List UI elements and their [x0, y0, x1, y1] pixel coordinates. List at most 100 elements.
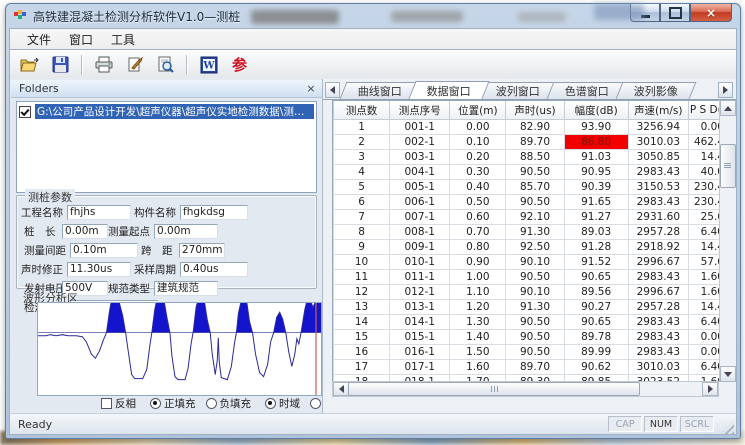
- table-row[interactable]: 4004-10.3090.5090.952983.4340.0: [334, 165, 727, 180]
- column-header[interactable]: 测点序号: [390, 101, 450, 120]
- tab-strip: 曲线窗口数据窗口波列窗口色谱窗口波列影像: [323, 81, 736, 100]
- table-row[interactable]: 16016-11.5090.5089.992983.430.00: [334, 345, 727, 360]
- table-cell: 1.10: [450, 285, 506, 300]
- table-cell: 002-1: [390, 135, 450, 150]
- column-header[interactable]: 幅度(dB): [564, 101, 628, 120]
- redacted-blur: [518, 12, 566, 22]
- table-cell: 013-1: [390, 300, 450, 315]
- close-panel-icon[interactable]: ×: [304, 83, 318, 94]
- table-row[interactable]: 3003-10.2088.5091.033050.8514.4: [334, 150, 727, 165]
- table-cell: 2983.43: [628, 315, 688, 330]
- close-button[interactable]: ×: [690, 4, 732, 22]
- menu-tools[interactable]: 工具: [102, 29, 144, 50]
- param-cell: 工程名称fhjhs: [21, 203, 131, 222]
- table-row[interactable]: 13013-11.2091.3090.272957.2814.4: [334, 300, 727, 315]
- time-domain-radio-dot[interactable]: [265, 398, 276, 409]
- param-field[interactable]: 0.00m: [154, 224, 218, 239]
- folder-tree-item[interactable]: G:\公司产品设计开发\超声仪器\超声仪实地检测数据\测桩\cd\cd03\cd…: [17, 102, 316, 121]
- table-cell: 90.50: [506, 195, 564, 210]
- tab-2[interactable]: 数据窗口: [408, 81, 489, 99]
- table-cell: 2957.28: [628, 225, 688, 240]
- table-row[interactable]: 17017-11.6089.7090.623010.036.40: [334, 360, 727, 375]
- scroll-up-button[interactable]: [720, 100, 736, 116]
- save-icon[interactable]: [47, 52, 74, 77]
- table-row[interactable]: 7007-10.6092.1091.272931.6025.6: [334, 210, 727, 225]
- param-field[interactable]: fhgkdsg: [180, 205, 248, 220]
- invert-checkbox[interactable]: 反相: [101, 396, 136, 411]
- parameters-button[interactable]: 参: [226, 52, 253, 77]
- time-domain-radio[interactable]: 时域: [265, 396, 300, 411]
- table-row[interactable]: 12012-11.1090.1089.562996.671.60: [334, 285, 727, 300]
- tab-scroll-right-button[interactable]: [718, 82, 733, 98]
- table-cell: 89.70: [506, 360, 564, 375]
- waveform-plot[interactable]: [37, 302, 322, 396]
- table-row[interactable]: 15015-11.4090.5089.782983.430.00: [334, 330, 727, 345]
- table-cell: 91.30: [506, 225, 564, 240]
- window-title: 高铁建混凝土检测分析软件V1.0—测桩: [33, 8, 240, 25]
- horizontal-scrollbar[interactable]: [332, 381, 719, 397]
- report-tool-icon[interactable]: [121, 52, 148, 77]
- table-row[interactable]: 11011-11.0090.5090.652983.431.60: [334, 270, 727, 285]
- column-header[interactable]: 声速(m/s): [628, 101, 688, 120]
- table-cell: 90.27: [564, 300, 628, 315]
- invert-checkbox-box[interactable]: [101, 398, 112, 409]
- table-cell: 1.00: [450, 270, 506, 285]
- param-field[interactable]: 0.10m: [70, 243, 138, 258]
- table-row[interactable]: 8008-10.7091.3089.032957.286.40: [334, 225, 727, 240]
- table-cell: 9: [334, 240, 390, 255]
- scroll-left-button[interactable]: [333, 382, 349, 396]
- table-cell: 91.52: [564, 255, 628, 270]
- scroll-indicator: SCRL: [680, 416, 714, 432]
- negative-fill-radio[interactable]: 负填充: [206, 396, 252, 411]
- table-row[interactable]: 14014-11.3090.5090.652983.436.40: [334, 315, 727, 330]
- positive-fill-radio[interactable]: 正填充: [150, 396, 196, 411]
- scroll-down-button[interactable]: [720, 366, 736, 382]
- table-row[interactable]: 1001-10.0082.9093.903256.940.00: [334, 120, 727, 135]
- param-field[interactable]: 建筑规范: [154, 281, 218, 296]
- table-cell: 6: [334, 195, 390, 210]
- param-field[interactable]: 0.40us: [180, 262, 248, 277]
- table-cell: 011-1: [390, 270, 450, 285]
- table-cell: 10: [334, 255, 390, 270]
- tab-label: 波列影像: [634, 83, 678, 99]
- screen: 高铁建混凝土检测分析软件V1.0—测桩 × 文件 窗口 工具: [0, 0, 745, 445]
- table-cell: 90.39: [564, 180, 628, 195]
- print-icon[interactable]: [90, 52, 117, 77]
- table-row[interactable]: 9009-10.8092.5091.282918.9214.4: [334, 240, 727, 255]
- table-cell: 89.78: [564, 330, 628, 345]
- column-header[interactable]: 测点数: [334, 101, 390, 120]
- param-cell: 规范类型建筑规范: [108, 279, 218, 298]
- positive-fill-label: 正填充: [164, 396, 196, 411]
- negative-fill-radio-dot[interactable]: [206, 398, 217, 409]
- maximize-button[interactable]: [660, 4, 690, 22]
- positive-fill-radio-dot[interactable]: [150, 398, 161, 409]
- table-row[interactable]: 6006-10.5090.5091.652983.43230.4: [334, 195, 727, 210]
- param-field[interactable]: 270mm: [179, 243, 225, 258]
- freq-domain-radio-dot[interactable]: [310, 398, 321, 409]
- vertical-scrollbar[interactable]: [719, 100, 735, 382]
- table-cell: 88.50: [506, 150, 564, 165]
- scroll-right-button[interactable]: [702, 382, 718, 396]
- app-window: 高铁建混凝土检测分析软件V1.0—测桩 × 文件 窗口 工具: [5, 3, 741, 439]
- print-preview-icon[interactable]: [152, 52, 179, 77]
- vertical-scroll-thumb[interactable]: [720, 144, 736, 188]
- folder-list[interactable]: G:\公司产品设计开发\超声仪器\超声仪实地检测数据\测桩\cd\cd03\cd…: [16, 101, 317, 193]
- resize-grip[interactable]: [720, 420, 734, 434]
- param-field[interactable]: fhjhs: [67, 205, 131, 220]
- param-field[interactable]: 11.30us: [67, 262, 131, 277]
- word-export-icon[interactable]: W: [195, 52, 222, 77]
- open-folder-icon[interactable]: [16, 52, 43, 77]
- table-cell: 91.27: [564, 210, 628, 225]
- table-row[interactable]: 10010-10.9090.1091.522996.6757.6: [334, 255, 727, 270]
- folder-checkbox[interactable]: [19, 106, 31, 118]
- waveform-trace: [38, 303, 321, 380]
- horizontal-scroll-thumb[interactable]: [348, 382, 640, 396]
- column-header[interactable]: 声时(us): [506, 101, 564, 120]
- table-row[interactable]: 2002-10.1089.7086.803010.03462.4: [334, 135, 727, 150]
- tab-5[interactable]: 波列影像: [616, 82, 697, 99]
- column-header[interactable]: 位置(m): [450, 101, 506, 120]
- menu-window[interactable]: 窗口: [60, 29, 102, 50]
- menu-file[interactable]: 文件: [18, 29, 60, 50]
- table-row[interactable]: 5005-10.4085.7090.393150.53230.4: [334, 180, 727, 195]
- param-field[interactable]: 0.00m: [62, 224, 108, 239]
